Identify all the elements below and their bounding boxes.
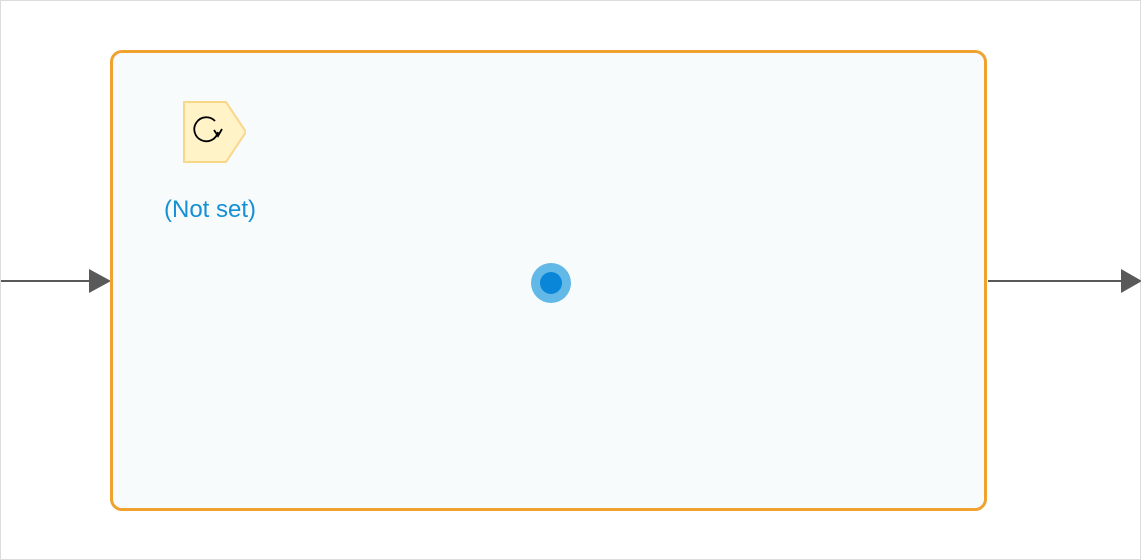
loop-refresh-icon[interactable] xyxy=(182,100,246,164)
diagram-canvas[interactable]: (Not set) xyxy=(0,0,1141,560)
loop-label[interactable]: (Not set) xyxy=(164,196,256,224)
incoming-arrowhead-icon xyxy=(89,269,111,293)
loop-container[interactable]: (Not set) xyxy=(110,50,987,511)
drop-point-core xyxy=(540,272,562,294)
outgoing-arrowhead-icon xyxy=(1121,269,1141,293)
drop-point-handle[interactable] xyxy=(531,263,571,303)
